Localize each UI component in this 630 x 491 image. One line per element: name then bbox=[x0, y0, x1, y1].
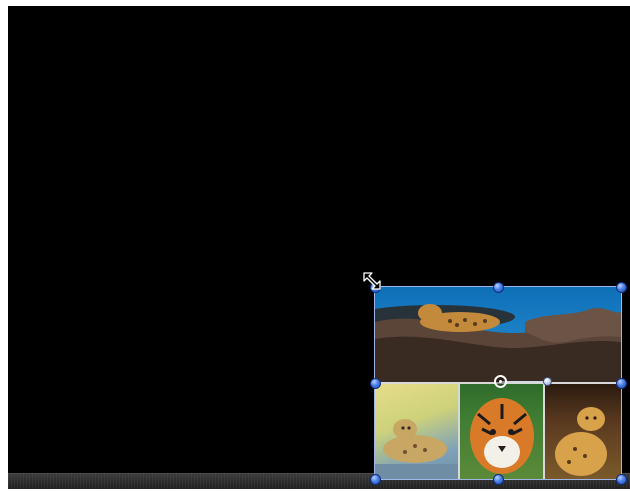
rotate-line bbox=[500, 381, 545, 382]
handle-bottom-left[interactable] bbox=[369, 473, 381, 485]
cheetah-image bbox=[555, 407, 607, 476]
rotate-handle[interactable] bbox=[542, 376, 552, 386]
leopard-branch-image bbox=[375, 304, 621, 382]
app-frame bbox=[0, 0, 630, 491]
selected-image-layer[interactable] bbox=[369, 281, 627, 485]
handle-middle-left[interactable] bbox=[369, 377, 381, 389]
photo-divider-vertical-1 bbox=[458, 384, 460, 479]
handle-bottom-right[interactable] bbox=[615, 473, 627, 485]
leopard-lying-image bbox=[375, 419, 458, 479]
handle-top-middle[interactable] bbox=[492, 281, 504, 293]
anchor-point-icon[interactable] bbox=[493, 374, 507, 388]
photo-leopard-lying bbox=[375, 384, 458, 479]
handle-bottom-middle[interactable] bbox=[492, 473, 504, 485]
handle-top-right[interactable] bbox=[615, 281, 627, 293]
photo-leopard-branch bbox=[375, 287, 621, 382]
photo-divider-vertical-2 bbox=[543, 384, 545, 479]
tiger-image bbox=[470, 398, 534, 474]
resize-diagonal-cursor-icon bbox=[362, 271, 382, 291]
photo-cheetah bbox=[545, 384, 621, 479]
handle-middle-right[interactable] bbox=[615, 377, 627, 389]
photo-tiger bbox=[460, 384, 543, 479]
